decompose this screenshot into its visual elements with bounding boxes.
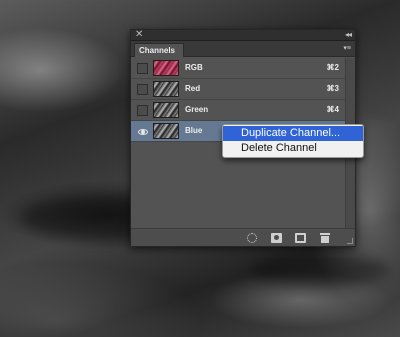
visibility-toggle[interactable] [137,105,148,116]
eye-icon [138,129,148,135]
channel-thumbnail [153,60,179,76]
tab-channels[interactable]: Channels [134,43,184,57]
new-channel-icon[interactable] [295,233,306,243]
channel-name: Green [185,105,209,114]
save-selection-mask-icon[interactable] [271,233,282,243]
channel-row-red[interactable]: Red ⌘3 [131,79,355,100]
channel-thumbnail [153,123,179,139]
channel-shortcut: ⌘3 [326,84,339,93]
channel-shortcut: ⌘2 [326,63,339,72]
channel-row-green[interactable]: Green ⌘4 [131,100,355,121]
menu-item-delete-channel[interactable]: Delete Channel [223,141,363,156]
visibility-toggle[interactable] [137,126,148,137]
tab-strip: Channels ▾≡ [131,41,355,57]
context-menu: Duplicate Channel... Delete Channel [222,124,364,158]
channel-thumbnail [153,81,179,97]
channel-shortcut: ⌘4 [326,105,339,114]
channel-thumbnail [153,102,179,118]
channel-name: RGB [185,63,203,72]
channel-name: Red [185,84,201,93]
collapse-icon[interactable]: ◂◂ [345,29,352,40]
close-icon[interactable]: ✕ [135,29,143,40]
visibility-toggle[interactable] [137,84,148,95]
trash-bin [321,236,329,243]
panel-footer [131,228,355,246]
panel-title-bar[interactable]: ✕ ◂◂ [131,29,355,41]
panel-menu-icon[interactable]: ▾≡ [343,45,351,53]
fabric-shadow [250,255,390,285]
trash-lid [320,233,330,235]
resize-grip[interactable] [347,238,353,244]
channel-row-rgb[interactable]: RGB ⌘2 [131,58,355,79]
channel-name: Blue [185,126,203,135]
load-selection-icon[interactable] [247,233,257,243]
visibility-toggle[interactable] [137,63,148,74]
menu-item-duplicate-channel[interactable]: Duplicate Channel... [223,126,363,141]
delete-channel-icon[interactable] [320,233,330,243]
